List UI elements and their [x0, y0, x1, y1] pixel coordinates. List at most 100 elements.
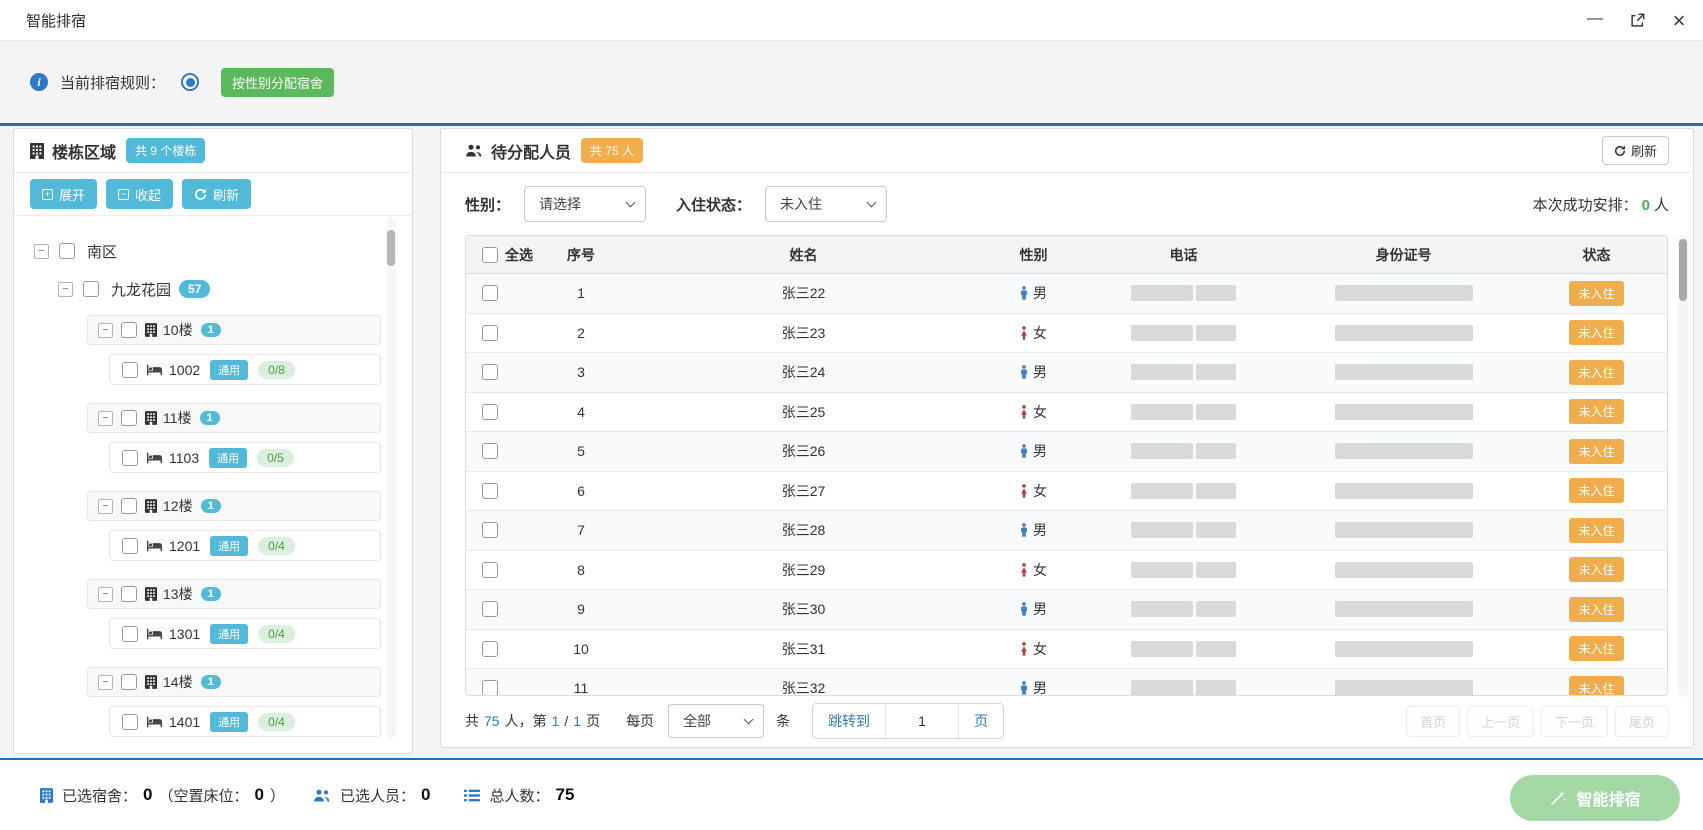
- collapse-toggle-icon[interactable]: −: [98, 410, 113, 426]
- tree-floor[interactable]: − 10楼 1: [87, 315, 381, 345]
- room-checkbox[interactable]: [122, 713, 138, 730]
- tree-scrollbar[interactable]: [387, 230, 395, 266]
- room-checkbox[interactable]: [122, 449, 138, 466]
- tree-room[interactable]: 1201 通用 0/4: [109, 530, 381, 561]
- table-header-row: 全选 序号 姓名 性别 电话 身份证号 状态: [466, 236, 1667, 274]
- per-page-select[interactable]: 全部: [668, 704, 765, 738]
- status-badge: 未入住: [1569, 596, 1624, 622]
- minimize-icon[interactable]: —: [1585, 10, 1605, 31]
- table-row[interactable]: 3 张三24 男 未入住: [466, 353, 1667, 393]
- total-people-count: 75: [555, 785, 575, 804]
- floor-checkbox[interactable]: [121, 586, 137, 602]
- floor-checkbox[interactable]: [121, 498, 137, 514]
- chevron-down-icon: [866, 197, 877, 207]
- jump-to-button[interactable]: 跳转到: [813, 704, 887, 738]
- row-checkbox[interactable]: [482, 324, 498, 341]
- tree-room[interactable]: 1301 通用 0/4: [109, 618, 381, 649]
- col-header-index: 序号: [567, 246, 595, 263]
- smart-assign-button[interactable]: 智能排宿: [1510, 775, 1680, 821]
- expand-all-button[interactable]: + 展开: [30, 179, 98, 209]
- total-pages: 1: [573, 713, 582, 729]
- collapse-toggle-icon[interactable]: −: [58, 281, 73, 297]
- tree-floor[interactable]: − 13楼 1: [87, 579, 381, 609]
- row-phone: [1086, 561, 1281, 578]
- maximize-icon[interactable]: [1627, 11, 1647, 31]
- tree-floor[interactable]: − 12楼 1: [87, 491, 381, 521]
- table-scrollbar[interactable]: [1679, 239, 1687, 301]
- row-gender-label: 男: [1033, 364, 1047, 381]
- gender-icon: [1020, 602, 1028, 616]
- row-checkbox[interactable]: [482, 403, 498, 420]
- table-row[interactable]: 7 张三28 男 未入住: [466, 511, 1667, 551]
- table-row[interactable]: 2 张三23 女 未入住: [466, 314, 1667, 353]
- collapse-toggle-icon[interactable]: −: [98, 674, 113, 690]
- collapse-toggle-icon[interactable]: −: [34, 243, 49, 259]
- tree-region[interactable]: − 南区: [34, 240, 412, 262]
- tree-room[interactable]: 1401 通用 0/4: [109, 706, 381, 737]
- table-scrollbar-track: [1678, 235, 1688, 697]
- row-checkbox[interactable]: [482, 640, 498, 657]
- building-icon: [145, 499, 157, 513]
- row-checkbox[interactable]: [482, 561, 498, 578]
- idcard-redacted: [1334, 403, 1473, 420]
- tree-room[interactable]: 1103 通用 0/5: [109, 442, 381, 473]
- floor-checkbox[interactable]: [121, 410, 137, 426]
- per-page-control: 每页 全部 条: [626, 704, 790, 738]
- tree-room[interactable]: 1002 通用 0/8: [109, 354, 381, 385]
- row-checkbox[interactable]: [482, 285, 498, 302]
- room-checkbox[interactable]: [122, 361, 138, 378]
- floor-checkbox[interactable]: [121, 322, 137, 338]
- close-icon[interactable]: ×: [1669, 8, 1689, 33]
- select-all-checkbox[interactable]: [482, 246, 498, 263]
- next-page-button[interactable]: 下一页: [1540, 705, 1608, 737]
- status-badge: 未入住: [1569, 359, 1624, 385]
- tree-floor[interactable]: − 11楼 1: [87, 403, 381, 433]
- row-checkbox[interactable]: [482, 443, 498, 460]
- region-checkbox[interactable]: [59, 243, 75, 259]
- collapse-toggle-icon[interactable]: −: [98, 322, 113, 338]
- table-row[interactable]: 8 张三29 女 未入住: [466, 551, 1667, 590]
- row-gender: 女: [981, 402, 1086, 422]
- table-row[interactable]: 4 张三25 女 未入住: [466, 393, 1667, 432]
- collapse-all-button[interactable]: − 收起: [106, 179, 174, 209]
- status-filter-select[interactable]: 未入住: [765, 186, 888, 222]
- idcard-redacted: [1334, 443, 1473, 460]
- gender-filter-select[interactable]: 请选择: [524, 186, 647, 222]
- tree-community[interactable]: − 九龙花园 57: [58, 278, 412, 300]
- collapse-toggle-icon[interactable]: −: [98, 498, 113, 514]
- row-checkbox[interactable]: [482, 680, 498, 695]
- table-row[interactable]: 9 张三30 男 未入住: [466, 590, 1667, 630]
- last-page-button[interactable]: 尾页: [1614, 705, 1669, 737]
- building-icon: [145, 675, 157, 689]
- collapse-toggle-icon[interactable]: −: [98, 586, 113, 602]
- room-checkbox[interactable]: [122, 537, 138, 554]
- community-checkbox[interactable]: [83, 281, 99, 297]
- table-row[interactable]: 1 张三22 男 未入住: [466, 274, 1667, 314]
- table-row[interactable]: 6 张三27 女 未入住: [466, 472, 1667, 511]
- personnel-refresh-button[interactable]: 刷新: [1601, 136, 1669, 165]
- row-name: 张三24: [781, 364, 826, 381]
- floor-checkbox[interactable]: [121, 674, 137, 690]
- row-name: 张三30: [781, 601, 826, 618]
- prev-page-button[interactable]: 上一页: [1466, 705, 1534, 737]
- row-checkbox[interactable]: [482, 482, 498, 499]
- jump-unit-button[interactable]: 页: [958, 704, 1003, 738]
- row-index: 10: [573, 640, 589, 657]
- jump-page-input[interactable]: [886, 704, 959, 738]
- row-checkbox[interactable]: [482, 364, 498, 381]
- list-icon: [464, 789, 481, 802]
- row-idcard: [1281, 522, 1526, 539]
- tree-floor[interactable]: − 14楼 1: [87, 667, 381, 697]
- first-page-button[interactable]: 首页: [1405, 705, 1460, 737]
- table-row[interactable]: 11 张三32 男 未入住: [466, 669, 1667, 695]
- room-checkbox[interactable]: [122, 625, 138, 642]
- table-row[interactable]: 10 张三31 女 未入住: [466, 630, 1667, 669]
- row-phone: [1086, 285, 1281, 302]
- idcard-redacted: [1334, 640, 1473, 657]
- tree-refresh-button[interactable]: 刷新: [182, 179, 252, 209]
- row-checkbox[interactable]: [482, 522, 498, 539]
- row-idcard: [1281, 680, 1526, 695]
- rule-radio[interactable]: [181, 73, 200, 91]
- row-checkbox[interactable]: [482, 601, 498, 618]
- table-row[interactable]: 5 张三26 男 未入住: [466, 432, 1667, 472]
